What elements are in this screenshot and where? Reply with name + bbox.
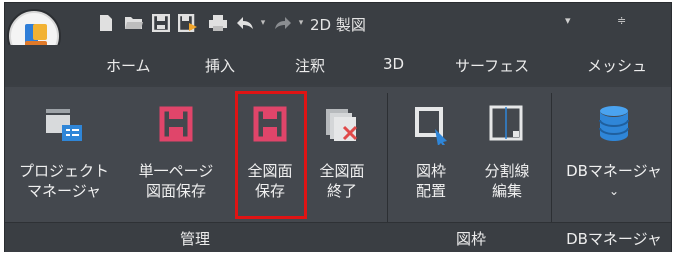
chevron-down-icon: ⌄: [608, 184, 620, 198]
save-single-page-button[interactable]: 単一ページ 図面保存: [121, 87, 231, 222]
document-title: 2D 製図: [310, 16, 366, 34]
save-single-page-label-1: 単一ページ: [138, 162, 214, 180]
project-manager-icon: [42, 103, 86, 145]
undo-dropdown[interactable]: ▾: [257, 12, 269, 34]
open-folder-icon[interactable]: [123, 12, 145, 34]
tab-home[interactable]: ホーム: [106, 55, 151, 76]
tab-surface[interactable]: サーフェス: [455, 55, 529, 76]
place-frame-label-1: 図枠: [415, 162, 446, 180]
edit-division-lines-icon: [485, 103, 529, 145]
tab-mesh[interactable]: メッシュ: [587, 55, 647, 76]
tab-3d[interactable]: 3D: [383, 55, 404, 73]
highlight-frame: [235, 91, 307, 219]
tab-annotate[interactable]: 注釈: [295, 55, 325, 76]
ribbon-panel: プロジェクト マネージャ 単一ページ 図面保存 全図面 保存 全図面 終了 図枠…: [5, 87, 671, 222]
project-manager-label-1: プロジェクト: [18, 162, 109, 180]
db-manager-label: DBマネージャ: [566, 162, 662, 180]
save-single-page-icon: [154, 103, 198, 145]
cad-application: ▾ ▾ 2D 製図 ▾ ≑ ホーム 挿入 注釈 3D サーフェス メッシュ プロ…: [4, 2, 672, 252]
save-icon[interactable]: [151, 12, 171, 34]
group-label-manage: 管理: [179, 230, 210, 248]
undo-icon[interactable]: [235, 12, 255, 34]
ribbon-group-labels: 管理 図枠 DBマネージャ: [5, 222, 671, 252]
save-single-page-label-2: 図面保存: [145, 182, 206, 200]
redo-icon[interactable]: [273, 12, 293, 34]
redo-dropdown[interactable]: ▾: [295, 12, 307, 34]
project-manager-label-2: マネージャ: [27, 182, 101, 200]
tab-insert[interactable]: 挿入: [205, 55, 235, 76]
place-frame-icon: [409, 103, 453, 146]
close-all-drawings-button[interactable]: 全図面 終了: [307, 87, 377, 222]
ribbon-tab-bar: ホーム 挿入 注釈 3D サーフェス メッシュ: [5, 45, 671, 85]
db-manager-button[interactable]: DBマネージャ ⌄: [557, 87, 671, 222]
close-all-drawings-icon: [320, 103, 364, 145]
place-frame-label-2: 配置: [415, 182, 446, 200]
title-bar: ▾ ▾ 2D 製図 ▾ ≑: [5, 3, 671, 61]
customize-toolbar-button[interactable]: ≑: [617, 14, 626, 27]
save-as-icon[interactable]: [177, 12, 199, 34]
edit-division-lines-label-1: 分割線: [484, 162, 530, 180]
project-manager-button[interactable]: プロジェクト マネージャ: [11, 87, 117, 222]
edit-division-lines-button[interactable]: 分割線 編集: [469, 87, 545, 222]
close-all-drawings-label-2: 終了: [326, 182, 357, 200]
workspace-dropdown-button[interactable]: ▾: [565, 14, 571, 27]
database-icon: [592, 103, 636, 145]
print-icon[interactable]: [207, 12, 229, 34]
new-file-icon[interactable]: [97, 12, 115, 34]
place-frame-button[interactable]: 図枠 配置: [397, 87, 465, 222]
group-label-frame: 図枠: [455, 230, 486, 248]
edit-division-lines-label-2: 編集: [491, 182, 522, 200]
group-label-db-manager: DBマネージャ: [566, 230, 662, 248]
close-all-drawings-label-1: 全図面: [319, 162, 365, 180]
